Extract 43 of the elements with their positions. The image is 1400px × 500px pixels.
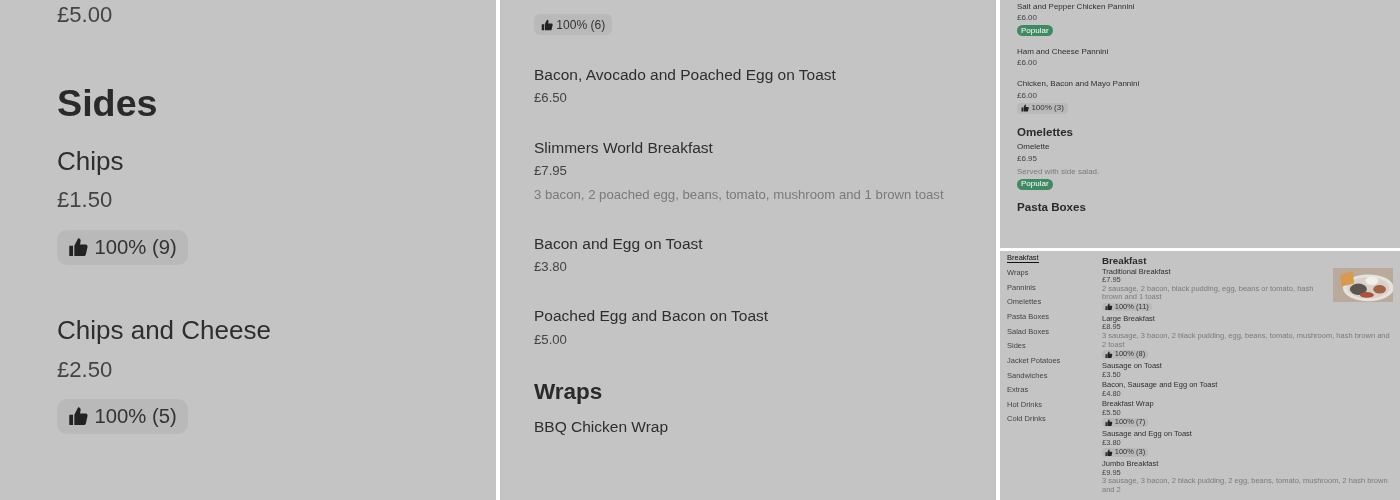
- thumbs-up-icon: [1105, 448, 1113, 457]
- thumbs-up-icon: [1105, 350, 1113, 359]
- dish-description: Served with side salad.: [1017, 166, 1101, 177]
- dish-price: £5.00: [57, 0, 114, 29]
- section-heading: Breakfast: [1102, 254, 1148, 266]
- dish-name[interactable]: Chips and Cheese: [57, 314, 470, 349]
- dish-price: £1.50: [57, 186, 114, 215]
- dish-description: 3 bacon, 2 poached egg, beans, tomato, mushroom and 1 brown toast: [534, 185, 945, 204]
- thumbs-up-icon: [540, 18, 553, 31]
- rating-text: 100% (9): [94, 235, 177, 259]
- dish-name[interactable]: Slimmers World Breakfast: [534, 137, 981, 158]
- dish-name[interactable]: Chips: [57, 145, 470, 180]
- dish-price: £6.00: [1017, 90, 1039, 102]
- popular-tag: Popular: [1017, 25, 1053, 37]
- dish-price: £6.00: [1017, 58, 1039, 69]
- section-heading: Pasta Boxes: [1017, 200, 1087, 214]
- section-heading: Omelettes: [1017, 124, 1075, 138]
- thumbs-up-icon: [1105, 418, 1113, 427]
- section-heading: Sides: [57, 81, 159, 125]
- dish-name[interactable]: Ham and Cheese Pannini: [1017, 46, 1392, 58]
- dish-price: £6.00: [1017, 13, 1039, 24]
- dish-name[interactable]: Bacon, Avocado and Poached Egg on Toast: [534, 64, 981, 86]
- section-heading: Wraps: [534, 379, 604, 406]
- thumbs-up-icon: [68, 406, 89, 427]
- dish-price: £6.95: [1017, 153, 1039, 165]
- dish-name[interactable]: Poached Egg and Bacon on Toast: [534, 306, 981, 327]
- rating-text: 100% (3): [1031, 103, 1064, 114]
- dish-name[interactable]: Salt and Pepper Chicken Pannini: [1017, 1, 1392, 12]
- dish-price: £7.95: [534, 161, 568, 180]
- thumbs-up-icon: [1021, 104, 1029, 113]
- dish-name[interactable]: BBQ Chicken Wrap: [534, 417, 981, 438]
- thumbs-up-icon: [68, 237, 89, 258]
- rating-text: 100% (6): [556, 17, 606, 32]
- dish-price: £6.50: [534, 89, 568, 107]
- rating-text: 100% (5): [94, 405, 177, 429]
- dish-price: £3.80: [534, 257, 568, 276]
- dish-name[interactable]: Bacon and Egg on Toast: [534, 233, 981, 254]
- dish-name[interactable]: Omelette: [1017, 142, 1392, 153]
- dish-price: £5.00: [534, 330, 568, 349]
- popular-tag: Popular: [1017, 178, 1053, 190]
- dish-name[interactable]: Chicken, Bacon and Mayo Pannini: [1017, 79, 1392, 90]
- dish-price: £2.50: [57, 355, 114, 384]
- thumbs-up-icon: [1105, 303, 1113, 311]
